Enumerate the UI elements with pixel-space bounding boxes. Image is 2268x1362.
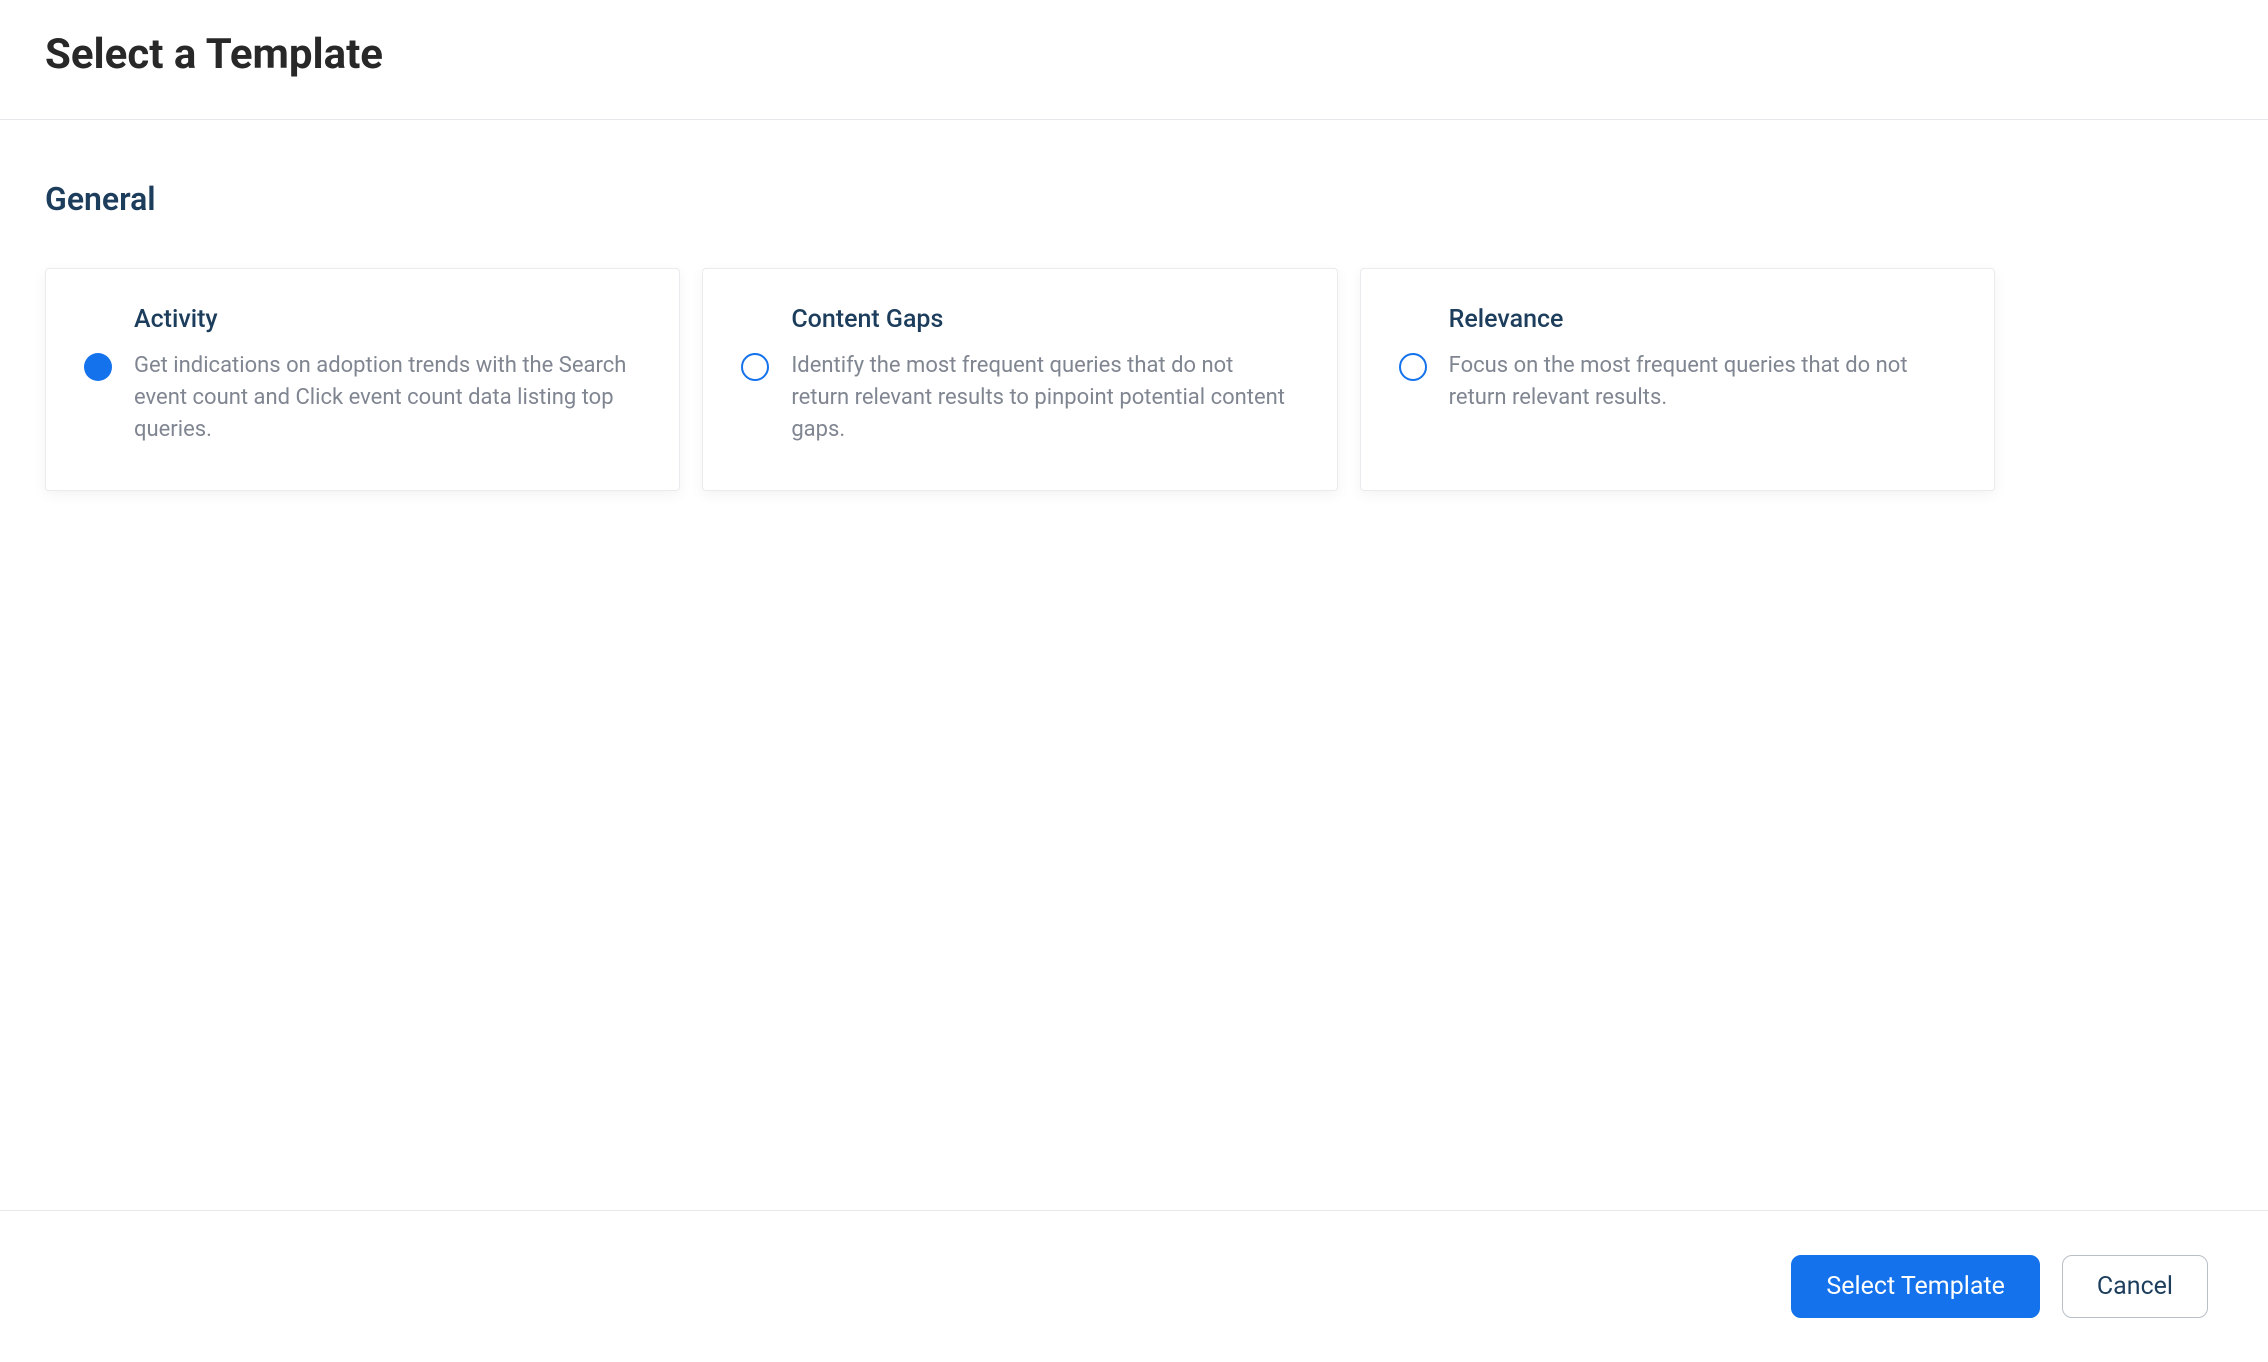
template-card-content-gaps[interactable]: Content Gaps Identify the most frequent … (702, 268, 1337, 491)
radio-relevance[interactable] (1399, 353, 1427, 381)
card-body: Content Gaps Identify the most frequent … (791, 305, 1296, 446)
card-description: Get indications on adoption trends with … (134, 350, 639, 446)
radio-unselected-icon (741, 353, 769, 381)
template-card-relevance[interactable]: Relevance Focus on the most frequent que… (1360, 268, 1995, 491)
radio-content-gaps[interactable] (741, 353, 769, 381)
card-description: Focus on the most frequent queries that … (1449, 350, 1954, 414)
footer: Select Template Cancel (0, 1210, 2268, 1362)
header: Select a Template (0, 0, 2268, 120)
cancel-button[interactable]: Cancel (2062, 1255, 2208, 1318)
template-card-activity[interactable]: Activity Get indications on adoption tre… (45, 268, 680, 491)
radio-unselected-icon (1399, 353, 1427, 381)
page-title: Select a Template (45, 30, 2223, 79)
card-body: Activity Get indications on adoption tre… (134, 305, 639, 446)
card-body: Relevance Focus on the most frequent que… (1449, 305, 1954, 414)
card-title: Relevance (1449, 305, 1954, 334)
section-heading: General (45, 180, 2223, 218)
radio-selected-icon (84, 353, 112, 381)
card-title: Content Gaps (791, 305, 1296, 334)
select-template-button[interactable]: Select Template (1791, 1255, 2039, 1318)
template-card-grid: Activity Get indications on adoption tre… (45, 268, 1995, 491)
radio-activity[interactable] (84, 353, 112, 381)
content-area: General Activity Get indications on adop… (0, 120, 2268, 1210)
card-title: Activity (134, 305, 639, 334)
card-description: Identify the most frequent queries that … (791, 350, 1296, 446)
